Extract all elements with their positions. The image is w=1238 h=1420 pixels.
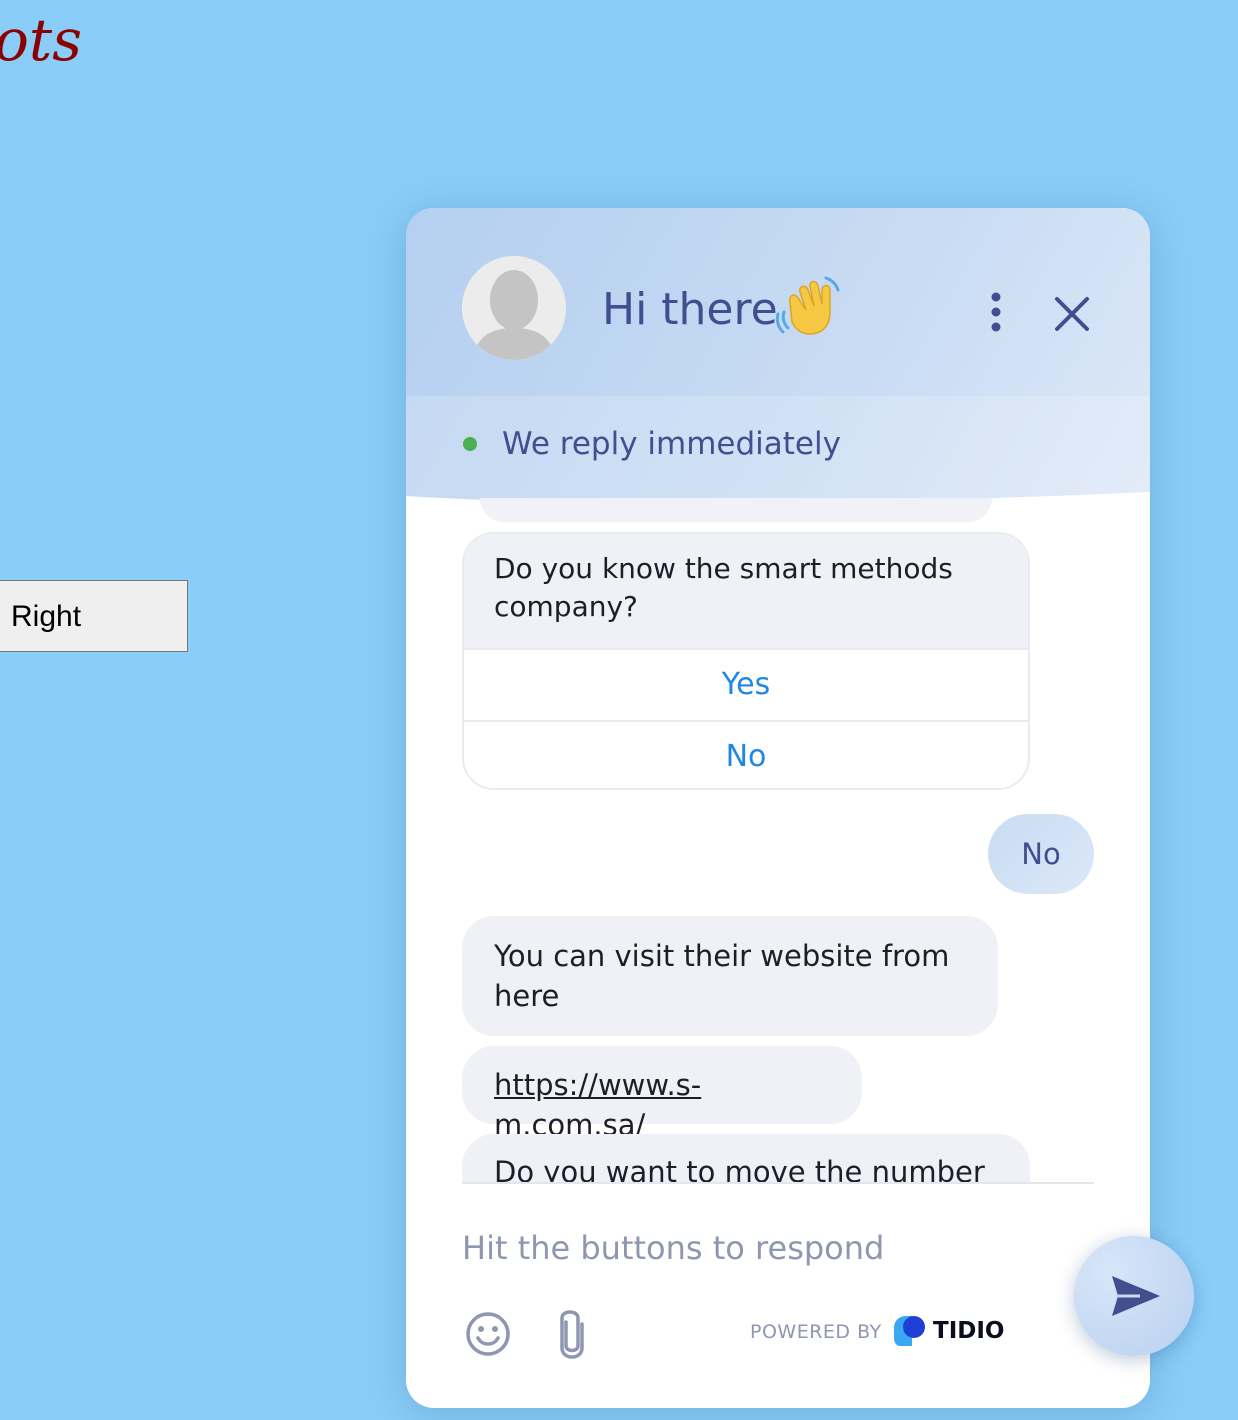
message-list[interactable]: Do you know the smart methods company? Y…	[406, 498, 1150, 1182]
message-input[interactable]: Hit the buttons to respond	[462, 1228, 884, 1268]
send-button[interactable]	[1074, 1236, 1194, 1356]
bot-message-bubble: You can visit their website from here	[462, 916, 998, 1036]
option-yes-button[interactable]: Yes	[464, 648, 1028, 720]
previous-message-bubble	[480, 498, 992, 522]
user-message-bubble: No	[988, 814, 1094, 894]
bot-message-bubble: Do you want to move the number	[462, 1134, 1030, 1182]
agent-avatar	[462, 256, 566, 360]
paperclip-icon[interactable]	[556, 1308, 588, 1364]
question-text: Do you know the smart methods company?	[464, 534, 1028, 648]
right-button[interactable]: Right	[0, 580, 188, 652]
send-icon	[1112, 1276, 1160, 1316]
website-link[interactable]: https://www.s-m.com.sa/	[494, 1068, 701, 1142]
input-divider	[462, 1182, 1094, 1184]
chat-widget: Hi there We reply immediately Do you kno…	[406, 208, 1150, 1408]
question-card: Do you know the smart methods company? Y…	[462, 532, 1030, 790]
tidio-brand-label[interactable]: TIDIO	[933, 1317, 1004, 1345]
bot-link-bubble: https://www.s-m.com.sa/	[462, 1046, 862, 1142]
chat-title: Hi there	[602, 284, 778, 335]
more-options-icon[interactable]	[984, 292, 1008, 336]
chat-header: Hi there We reply immediately	[406, 208, 1150, 508]
online-status-dot	[463, 437, 477, 451]
waving-hand-icon	[775, 272, 842, 342]
option-no-button[interactable]: No	[464, 720, 1028, 788]
status-text: We reply immediately	[502, 426, 841, 462]
close-icon[interactable]	[1054, 296, 1090, 336]
page-heading-fragment: ots	[0, 6, 82, 74]
powered-by-label: POWERED BY	[750, 1321, 882, 1343]
emoji-icon[interactable]	[464, 1310, 512, 1362]
tidio-logo-icon[interactable]	[892, 1314, 926, 1352]
